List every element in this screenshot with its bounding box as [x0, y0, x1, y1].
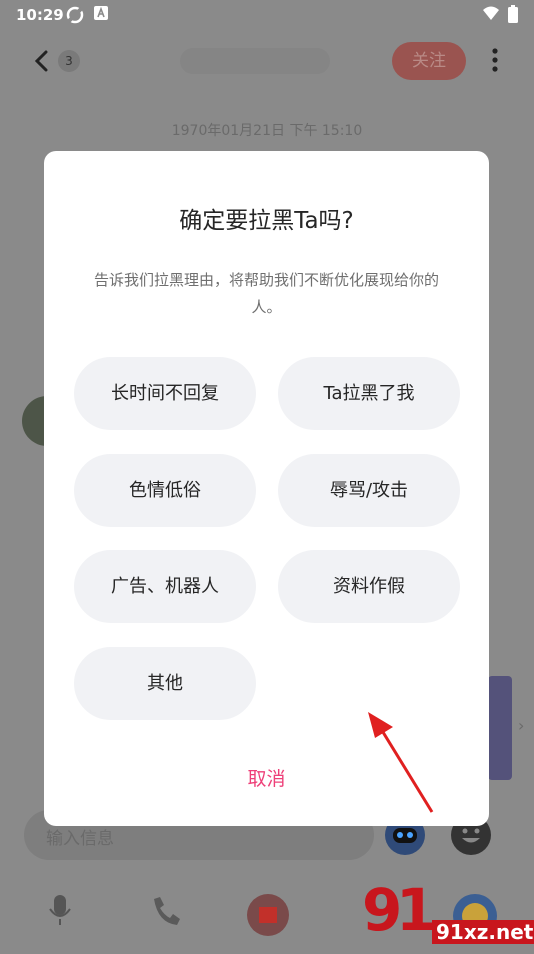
reason-option[interactable]: 其他 — [74, 647, 256, 720]
status-time: 10:29 — [16, 6, 64, 24]
watermark-text: 91xz.net — [432, 920, 534, 944]
reason-option[interactable]: Ta拉黑了我 — [278, 357, 460, 430]
status-bar: 10:29 — [0, 0, 534, 30]
unread-badge: 3 — [58, 50, 80, 72]
dialog-title: 确定要拉黑Ta吗? — [179, 208, 354, 234]
chat-title-blurred — [180, 48, 330, 74]
gift-icon[interactable] — [246, 893, 290, 941]
message-input-placeholder: 输入信息 — [46, 829, 114, 849]
reason-option[interactable]: 长时间不回复 — [74, 357, 256, 430]
chat-timestamp: 1970年01月21日 下午 15:10 — [171, 123, 363, 139]
follow-button[interactable]: 关注 — [392, 42, 466, 80]
reason-option[interactable]: 辱骂/攻击 — [278, 454, 460, 527]
reason-option[interactable]: 资料作假 — [278, 550, 460, 623]
dialog-description: 告诉我们拉黑理由，将帮助我们不断优化展现给你的人。 — [94, 271, 440, 316]
cancel-button[interactable]: 取消 — [194, 755, 339, 803]
reason-option[interactable]: 色情低俗 — [74, 454, 256, 527]
chat-header: 3 关注 — [0, 30, 534, 90]
chevron-right-icon[interactable]: › — [518, 716, 524, 735]
battery-icon — [508, 5, 518, 27]
a-icon — [94, 6, 108, 24]
site-watermark: 9 1 91xz.net — [360, 870, 534, 950]
reason-option[interactable]: 广告、机器人 — [74, 550, 256, 623]
sync-icon — [66, 6, 84, 28]
side-card-image[interactable] — [488, 676, 512, 780]
phone-locked-icon[interactable] — [150, 893, 182, 931]
back-arrow-icon[interactable] — [34, 50, 48, 76]
microphone-icon[interactable] — [48, 893, 72, 931]
block-reason-dialog: 确定要拉黑Ta吗? 告诉我们拉黑理由，将帮助我们不断优化展现给你的人。 长时间不… — [44, 151, 489, 826]
svg-text:1: 1 — [396, 876, 436, 944]
wifi-icon — [482, 5, 500, 25]
more-options-icon[interactable] — [492, 48, 498, 76]
